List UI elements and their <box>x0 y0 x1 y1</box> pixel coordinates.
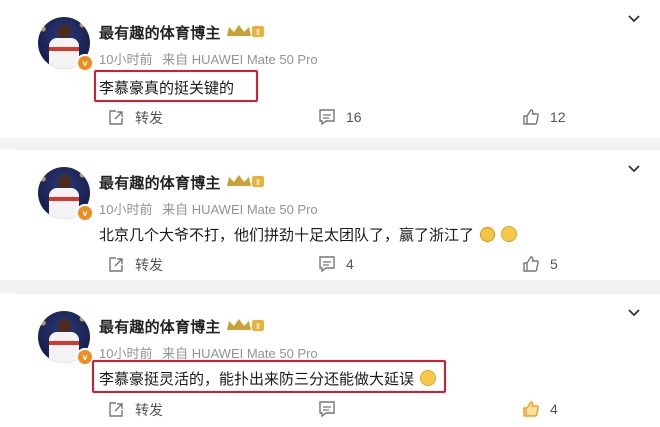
comment-button[interactable] <box>318 400 346 418</box>
comment-button[interactable]: 4 <box>318 255 354 273</box>
comment-icon <box>319 256 335 273</box>
thumbs-up-icon <box>523 109 539 125</box>
svg-text:Ⅱ: Ⅱ <box>256 322 260 331</box>
like-count: 12 <box>550 109 566 125</box>
post-source: 来自 HUAWEI Mate 50 Pro <box>162 202 318 217</box>
like-button[interactable]: 4 <box>522 400 558 418</box>
tiger-emoji-icon <box>480 227 496 242</box>
post-divider <box>0 280 660 293</box>
share-icon <box>109 402 123 417</box>
username[interactable]: 最有趣的体育博主 <box>99 22 221 43</box>
username[interactable]: 最有趣的体育博主 <box>99 172 221 193</box>
chevron-down-icon[interactable] <box>628 309 640 317</box>
crown-badge-icon: Ⅱ <box>227 319 264 331</box>
comment-text-row: 北京几个大爷不打，他们拼劲十足太团队了，赢了浙江了 <box>99 224 518 245</box>
share-label: 转发 <box>135 402 163 418</box>
crown-badge-icon: Ⅱ <box>227 175 264 187</box>
share-icon <box>109 257 123 272</box>
share-label: 转发 <box>135 110 163 126</box>
comment-text: 北京几个大爷不打，他们拼劲十足太团队了，赢了浙江了 <box>99 227 475 244</box>
chevron-down-icon[interactable] <box>628 15 640 23</box>
action-bar: 转发 4 <box>18 400 660 420</box>
post-divider <box>0 138 660 149</box>
svg-text:Ⅱ: Ⅱ <box>256 178 260 187</box>
verified-badge-icon: v <box>76 54 94 72</box>
post-source: 来自 HUAWEI Mate 50 Pro <box>162 346 318 361</box>
crown-badge-icon: Ⅱ <box>227 25 264 37</box>
share-button[interactable]: 转发 <box>107 400 163 420</box>
comment-count: 16 <box>346 109 362 125</box>
comment-card: v 最有趣的体育博主 Ⅱ 10小时前 来自 HUAWEI Mate 50 Pro… <box>18 149 660 280</box>
post-meta: 10小时前 来自 HUAWEI Mate 50 Pro <box>99 199 318 218</box>
chevron-down-icon[interactable] <box>628 165 640 173</box>
like-button[interactable]: 5 <box>522 255 558 273</box>
comment-count: 4 <box>346 256 354 272</box>
comment-icon <box>319 109 335 126</box>
share-icon <box>109 110 123 125</box>
action-bar: 转发 16 12 <box>18 108 660 128</box>
comment-feed: v 最有趣的体育博主 Ⅱ 10小时前 来自 HUAWEI Mate 50 Pro… <box>0 0 660 427</box>
share-label: 转发 <box>135 257 163 273</box>
smirk-emoji-icon <box>501 226 518 242</box>
post-meta: 10小时前 来自 HUAWEI Mate 50 Pro <box>99 49 318 68</box>
post-time: 10小时前 <box>99 346 153 361</box>
comment-icon <box>319 401 335 418</box>
post-time: 10小时前 <box>99 202 153 217</box>
comment-card: v 最有趣的体育博主 Ⅱ 10小时前 来自 HUAWEI Mate 50 Pro… <box>18 0 660 138</box>
thumbs-up-icon <box>523 401 539 417</box>
highlight-box <box>94 70 258 102</box>
thumbs-up-icon <box>523 256 539 272</box>
post-time: 10小时前 <box>99 52 153 67</box>
action-bar: 转发 4 5 <box>18 255 660 275</box>
like-count: 4 <box>550 401 558 417</box>
post-source: 来自 HUAWEI Mate 50 Pro <box>162 52 318 67</box>
comment-button[interactable]: 16 <box>318 108 362 126</box>
share-button[interactable]: 转发 <box>107 108 163 128</box>
comment-card: v 最有趣的体育博主 Ⅱ 10小时前 来自 HUAWEI Mate 50 Pro… <box>18 293 660 427</box>
svg-text:Ⅱ: Ⅱ <box>256 28 260 37</box>
verified-badge-icon: v <box>76 204 94 222</box>
like-count: 5 <box>550 256 558 272</box>
highlight-box <box>92 360 446 393</box>
username[interactable]: 最有趣的体育博主 <box>99 316 221 337</box>
like-button[interactable]: 12 <box>522 108 566 126</box>
share-button[interactable]: 转发 <box>107 255 163 275</box>
